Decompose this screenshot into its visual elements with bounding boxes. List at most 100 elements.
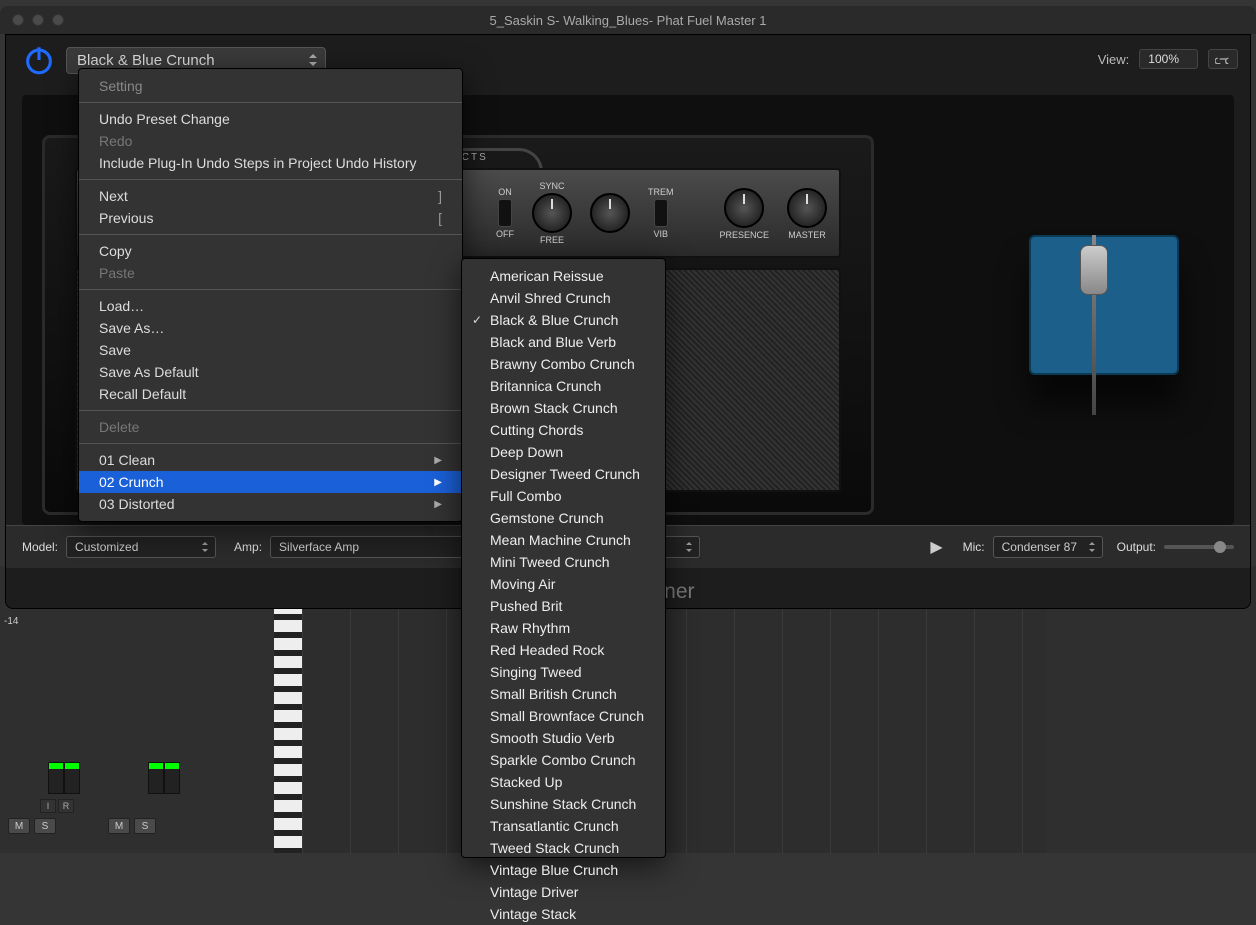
menu-recall-default[interactable]: Recall Default bbox=[79, 383, 462, 405]
menu-save[interactable]: Save bbox=[79, 339, 462, 361]
preset-item[interactable]: Red Headed Rock bbox=[462, 639, 665, 661]
preset-item[interactable]: Small Brownface Crunch bbox=[462, 705, 665, 727]
menu-category-distorted[interactable]: 03 Distorted▶ bbox=[79, 493, 462, 515]
play-button[interactable]: ▶ bbox=[918, 537, 954, 557]
piano-ruler[interactable] bbox=[274, 566, 302, 853]
menu-category-crunch[interactable]: 02 Crunch▶ bbox=[79, 471, 462, 493]
effects-switch[interactable] bbox=[498, 199, 512, 227]
preset-item[interactable]: Singing Tweed bbox=[462, 661, 665, 683]
preset-item[interactable]: Britannica Crunch bbox=[462, 375, 665, 397]
menu-header-setting: Setting bbox=[79, 75, 462, 97]
preset-item[interactable]: Stacked Up bbox=[462, 771, 665, 793]
record-button[interactable]: R bbox=[58, 799, 74, 813]
preset-item[interactable]: Gemstone Crunch bbox=[462, 507, 665, 529]
preset-item[interactable]: American Reissue bbox=[462, 265, 665, 287]
preset-item[interactable]: Mini Tweed Crunch bbox=[462, 551, 665, 573]
level-meter bbox=[164, 762, 180, 794]
presence-knob[interactable] bbox=[724, 188, 764, 228]
menu-save-default[interactable]: Save As Default bbox=[79, 361, 462, 383]
preset-item[interactable]: Sunshine Stack Crunch bbox=[462, 793, 665, 815]
preset-item[interactable]: Raw Rhythm bbox=[462, 617, 665, 639]
preset-item[interactable]: Smooth Studio Verb bbox=[462, 727, 665, 749]
view-controls: View: 100% bbox=[1098, 49, 1238, 69]
mic-label: Mic: bbox=[963, 540, 985, 554]
preset-item[interactable]: Cutting Chords bbox=[462, 419, 665, 441]
input-button[interactable]: I bbox=[40, 799, 56, 813]
preset-submenu: American ReissueAnvil Shred CrunchBlack … bbox=[461, 258, 666, 858]
switch-label: ON bbox=[498, 187, 512, 197]
close-icon[interactable] bbox=[12, 14, 24, 26]
switch-label: VIB bbox=[653, 229, 668, 239]
window-titlebar: 5_Saskin S- Walking_Blues- Phat Fuel Mas… bbox=[0, 6, 1256, 34]
minimize-icon[interactable] bbox=[32, 14, 44, 26]
preset-item[interactable]: Black and Blue Verb bbox=[462, 331, 665, 353]
preset-item[interactable]: Tweed Stack Crunch bbox=[462, 837, 665, 859]
rate-knob[interactable] bbox=[590, 193, 630, 233]
preset-item[interactable]: Small British Crunch bbox=[462, 683, 665, 705]
cabinet-display[interactable] bbox=[1014, 215, 1194, 415]
knob-label: PRESENCE bbox=[719, 230, 769, 240]
mic-selector[interactable]: Condenser 87 bbox=[993, 536, 1103, 558]
preset-item[interactable]: Brown Stack Crunch bbox=[462, 397, 665, 419]
db-label: -14 bbox=[4, 616, 18, 627]
model-label: Model: bbox=[22, 540, 58, 554]
level-meter bbox=[64, 762, 80, 794]
preset-item[interactable]: Vintage Stack bbox=[462, 903, 665, 925]
level-meter bbox=[48, 762, 64, 794]
preset-item[interactable]: Black & Blue Crunch bbox=[462, 309, 665, 331]
midi-grid[interactable] bbox=[302, 566, 1046, 853]
traffic-lights bbox=[12, 14, 64, 26]
preset-item[interactable]: Full Combo bbox=[462, 485, 665, 507]
knob-label: SYNC bbox=[539, 181, 564, 191]
note-label: C2 bbox=[276, 622, 300, 634]
output-slider[interactable] bbox=[1164, 545, 1234, 549]
switch-label: OFF bbox=[496, 229, 514, 239]
level-meter bbox=[148, 762, 164, 794]
solo-button[interactable]: S bbox=[134, 818, 156, 834]
model-selector[interactable]: Customized bbox=[66, 536, 216, 558]
preset-item[interactable]: Pushed Brit bbox=[462, 595, 665, 617]
menu-undo[interactable]: Undo Preset Change bbox=[79, 108, 462, 130]
preset-item[interactable]: Deep Down bbox=[462, 441, 665, 463]
preset-item[interactable]: Sparkle Combo Crunch bbox=[462, 749, 665, 771]
preset-item[interactable]: Vintage Driver bbox=[462, 881, 665, 903]
preset-item[interactable]: Mean Machine Crunch bbox=[462, 529, 665, 551]
menu-delete: Delete bbox=[79, 416, 462, 438]
amp-label: Amp: bbox=[234, 540, 262, 554]
menu-load[interactable]: Load… bbox=[79, 295, 462, 317]
view-label: View: bbox=[1098, 52, 1130, 67]
trem-vib-switch[interactable] bbox=[654, 199, 668, 227]
preset-item[interactable]: Moving Air bbox=[462, 573, 665, 595]
preset-item[interactable]: Brawny Combo Crunch bbox=[462, 353, 665, 375]
preset-item[interactable]: Anvil Shred Crunch bbox=[462, 287, 665, 309]
zoom-selector[interactable]: 100% bbox=[1139, 49, 1198, 69]
menu-paste: Paste bbox=[79, 262, 462, 284]
mute-solo-group: M S bbox=[8, 818, 56, 834]
menu-category-clean[interactable]: 01 Clean▶ bbox=[79, 449, 462, 471]
knob-label: FREE bbox=[540, 235, 564, 245]
input-record-buttons: I R bbox=[40, 799, 74, 813]
preset-item[interactable]: Designer Tweed Crunch bbox=[462, 463, 665, 485]
switch-label: TREM bbox=[648, 187, 674, 197]
preset-menu: Setting Undo Preset Change Redo Include … bbox=[78, 68, 463, 522]
zoom-icon[interactable] bbox=[52, 14, 64, 26]
mute-button[interactable]: M bbox=[8, 818, 30, 834]
master-knob[interactable] bbox=[787, 188, 827, 228]
microphone-icon bbox=[1080, 245, 1108, 295]
menu-copy[interactable]: Copy bbox=[79, 240, 462, 262]
menu-save-as[interactable]: Save As… bbox=[79, 317, 462, 339]
sync-knob[interactable] bbox=[532, 193, 572, 233]
menu-previous[interactable]: Previous[ bbox=[79, 207, 462, 229]
preset-item[interactable]: Transatlantic Crunch bbox=[462, 815, 665, 837]
power-button[interactable] bbox=[22, 43, 56, 77]
menu-redo: Redo bbox=[79, 130, 462, 152]
output-label: Output: bbox=[1117, 540, 1156, 554]
mute-button[interactable]: M bbox=[108, 818, 130, 834]
menu-next[interactable]: Next] bbox=[79, 185, 462, 207]
preset-item[interactable]: Vintage Blue Crunch bbox=[462, 859, 665, 881]
solo-button[interactable]: S bbox=[34, 818, 56, 834]
mute-solo-group: M S bbox=[108, 818, 156, 834]
link-button[interactable] bbox=[1208, 49, 1238, 69]
window-title: 5_Saskin S- Walking_Blues- Phat Fuel Mas… bbox=[0, 13, 1256, 28]
menu-include-undo[interactable]: Include Plug-In Undo Steps in Project Un… bbox=[79, 152, 462, 174]
